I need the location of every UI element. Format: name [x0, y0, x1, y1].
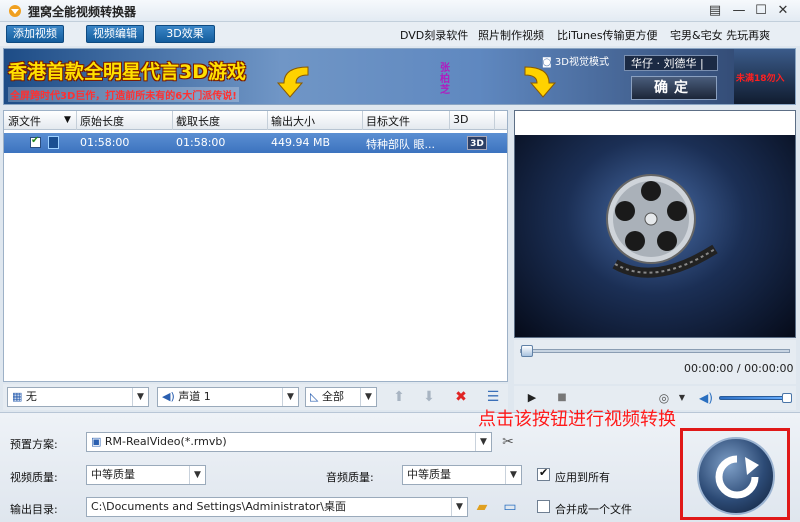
banner-headline: 香港首款全明星代言3D游戏	[8, 61, 246, 83]
cell-target: 特种部队 眼...	[366, 138, 435, 151]
film-icon	[48, 136, 59, 149]
maximize-button[interactable]: ☐	[752, 2, 770, 20]
close-button[interactable]: ✕	[774, 2, 792, 20]
chevron-down-icon: ▼	[132, 388, 148, 406]
star-select[interactable]: 华仔 · 刘德华 |	[624, 55, 718, 71]
preview-top-strip	[515, 111, 795, 135]
menu-icon[interactable]: ▤	[706, 2, 724, 20]
apply-all-label: 应用到所有	[555, 471, 610, 484]
browse-folder-icon[interactable]: ▰	[472, 497, 492, 517]
cell-clip: 01:58:00	[176, 136, 226, 149]
chevron-down-icon: ▼	[451, 498, 467, 516]
cell-original: 01:58:00	[80, 136, 130, 149]
move-up-icon[interactable]: ⬆	[389, 387, 409, 407]
chevron-down-icon: ▼	[189, 466, 205, 484]
link-itunes[interactable]: 比iTunes传输更方便	[557, 27, 658, 43]
col-source[interactable]: 源文件	[8, 113, 41, 129]
seek-area: 00:00:00 / 00:00:00	[514, 340, 796, 384]
cell-size: 449.94 MB	[271, 136, 331, 149]
instruction-annotation: 点击该按钮进行视频转换	[478, 409, 676, 430]
seek-handle[interactable]	[521, 345, 533, 357]
apply-all-checkbox[interactable]	[537, 466, 550, 481]
3d-mode-label: ◙ 3D视觉模式	[542, 57, 609, 68]
output-dir-label: 输出目录:	[10, 503, 58, 516]
edit-video-button[interactable]: 视频编辑	[86, 25, 144, 43]
chevron-down-icon: ▼	[475, 433, 491, 451]
row-checkbox[interactable]	[30, 135, 41, 148]
file-list: 源文件 ▼ 原始长度 截取长度 输出大小 目标文件 3D 01:58:00 01…	[3, 110, 508, 382]
list-controls: ▦ 无 ▼ ◀) 声道 1 ▼ ◺ 全部 ▼ ⬆ ⬇ ✖ ☰	[3, 384, 508, 410]
rm-format-icon: ▣	[91, 435, 102, 448]
link-photo-video[interactable]: 照片制作视频	[478, 27, 544, 43]
sort-arrow-icon[interactable]: ▼	[64, 115, 71, 125]
preset-settings-icon[interactable]: ✂	[498, 432, 518, 452]
banner-confirm-button[interactable]: 确定	[631, 76, 717, 100]
output-dir-input[interactable]: C:\Documents and Settings\Administrator\…	[86, 497, 468, 517]
video-quality-label: 视频质量:	[10, 471, 58, 484]
minimize-button[interactable]: —	[730, 2, 748, 20]
ad-banner[interactable]: 香港首款全明星代言3D游戏 全屏跨时代3D巨作，打造前所未有的6大门派传说! 张…	[3, 48, 796, 105]
arrow-left-icon	[276, 66, 309, 98]
video-quality-select[interactable]: 中等质量 ▼	[86, 465, 206, 485]
3d-badge-icon[interactable]: 3D	[467, 136, 487, 150]
col-target-file[interactable]: 目标文件	[366, 113, 410, 129]
chevron-down-icon: ▼	[505, 466, 521, 484]
arrow-right-icon	[524, 66, 557, 98]
merge-label: 合并成一个文件	[555, 503, 632, 516]
title-bar: 狸窝全能视频转换器 ▤ — ☐ ✕	[0, 0, 800, 22]
time-readout: 00:00:00 / 00:00:00	[684, 362, 794, 375]
preset-label: 预置方案:	[10, 438, 58, 451]
chevron-down-icon: ▼	[282, 388, 298, 406]
chevron-down-icon: ▼	[360, 388, 376, 406]
table-row[interactable]: 01:58:00 01:58:00 449.94 MB 特种部队 眼... 3D	[4, 133, 507, 153]
col-clip-length[interactable]: 截取长度	[176, 113, 220, 129]
banner-subline: 全屏跨时代3D巨作，打造前所未有的6大门派传说!	[8, 87, 239, 102]
clear-list-icon[interactable]: ☰	[483, 387, 503, 407]
open-folder-icon[interactable]: ▭	[500, 497, 520, 517]
col-original-length[interactable]: 原始长度	[80, 113, 124, 129]
add-video-button[interactable]: 添加视频	[6, 25, 64, 43]
audio-track-select[interactable]: ◀) 声道 1 ▼	[157, 387, 299, 407]
3d-effect-button[interactable]: 3D效果	[155, 25, 215, 43]
banner-vertical-text: 张柏芝	[440, 63, 450, 96]
fox-logo-icon	[9, 5, 21, 17]
preview-screen	[515, 135, 795, 337]
range-icon: ◺	[310, 390, 319, 403]
audio-quality-label: 音频质量:	[326, 471, 374, 484]
toolbar: 添加视频 视频编辑 3D效果 DVD刻录软件 照片制作视频 比iTunes传输更…	[0, 22, 800, 46]
link-dvd-burn[interactable]: DVD刻录软件	[400, 27, 468, 43]
banner-side-ad[interactable]: 未满18勿入	[734, 49, 795, 104]
volume-handle[interactable]	[782, 393, 792, 403]
film-reel-icon	[606, 174, 718, 278]
seek-bar[interactable]	[520, 345, 790, 357]
volume-slider[interactable]	[719, 393, 792, 403]
app-title: 狸窝全能视频转换器	[28, 5, 137, 19]
video-preview	[514, 110, 796, 338]
speaker-icon: ◀)	[162, 390, 175, 403]
audio-quality-select[interactable]: 中等质量 ▼	[402, 465, 522, 485]
volume-icon[interactable]: ◀)	[696, 388, 716, 408]
list-header: 源文件 ▼ 原始长度 截取长度 输出大小 目标文件 3D	[4, 111, 507, 130]
convert-button[interactable]	[697, 437, 775, 515]
range-select[interactable]: ◺ 全部 ▼	[305, 387, 377, 407]
banner-side-text: 未满18勿入	[736, 74, 785, 84]
move-down-icon[interactable]: ⬇	[419, 387, 439, 407]
merge-checkbox[interactable]	[537, 500, 550, 513]
col-3d[interactable]: 3D	[453, 113, 468, 126]
link-game[interactable]: 宅男&宅女 先玩再爽	[670, 27, 770, 43]
col-output-size[interactable]: 输出大小	[271, 113, 315, 129]
refresh-icon	[715, 455, 759, 499]
preset-select[interactable]: ▣ RM-RealVideo(*.rmvb) ▼	[86, 432, 492, 452]
delete-icon[interactable]: ✖	[451, 387, 471, 407]
subtitle-icon: ▦	[12, 390, 23, 403]
subtitle-select[interactable]: ▦ 无 ▼	[7, 387, 149, 407]
